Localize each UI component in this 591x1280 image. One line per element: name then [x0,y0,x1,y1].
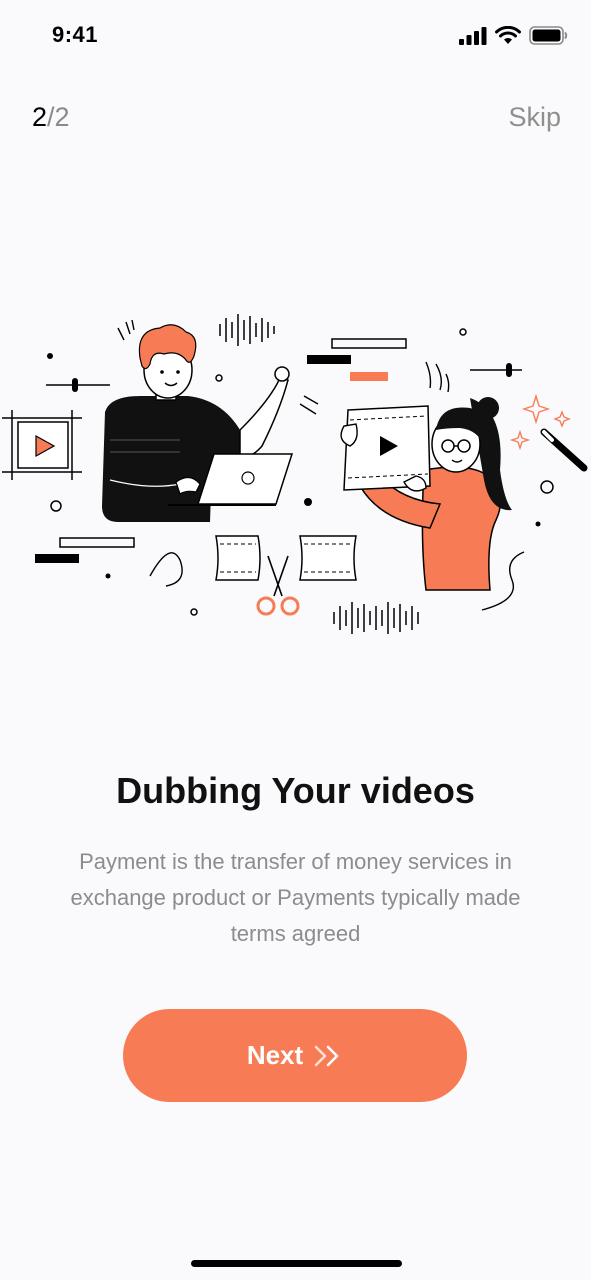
next-button-label: Next [246,1040,304,1070]
onboarding-top-nav: 2/2 Skip [0,100,591,140]
page-total: /2 [47,102,70,132]
skip-button[interactable]: Skip [508,102,561,133]
page-indicator: 2/2 [32,102,70,133]
double-chevron-right-icon [313,1044,343,1068]
dubbing-illustration [2,314,588,634]
home-indicator [191,1260,402,1267]
page-title: Dubbing Your videos [116,770,475,811]
status-time: 9:41 [52,22,99,47]
cellular-signal-icon [459,26,487,45]
status-icons [459,26,569,45]
next-button[interactable]: Next [123,1009,467,1102]
status-bar: 9:41 [0,0,591,72]
page-description: Payment is the transfer of money service… [70,849,521,946]
battery-icon [529,26,568,45]
wifi-icon [495,26,521,44]
page-current: 2 [32,102,48,132]
